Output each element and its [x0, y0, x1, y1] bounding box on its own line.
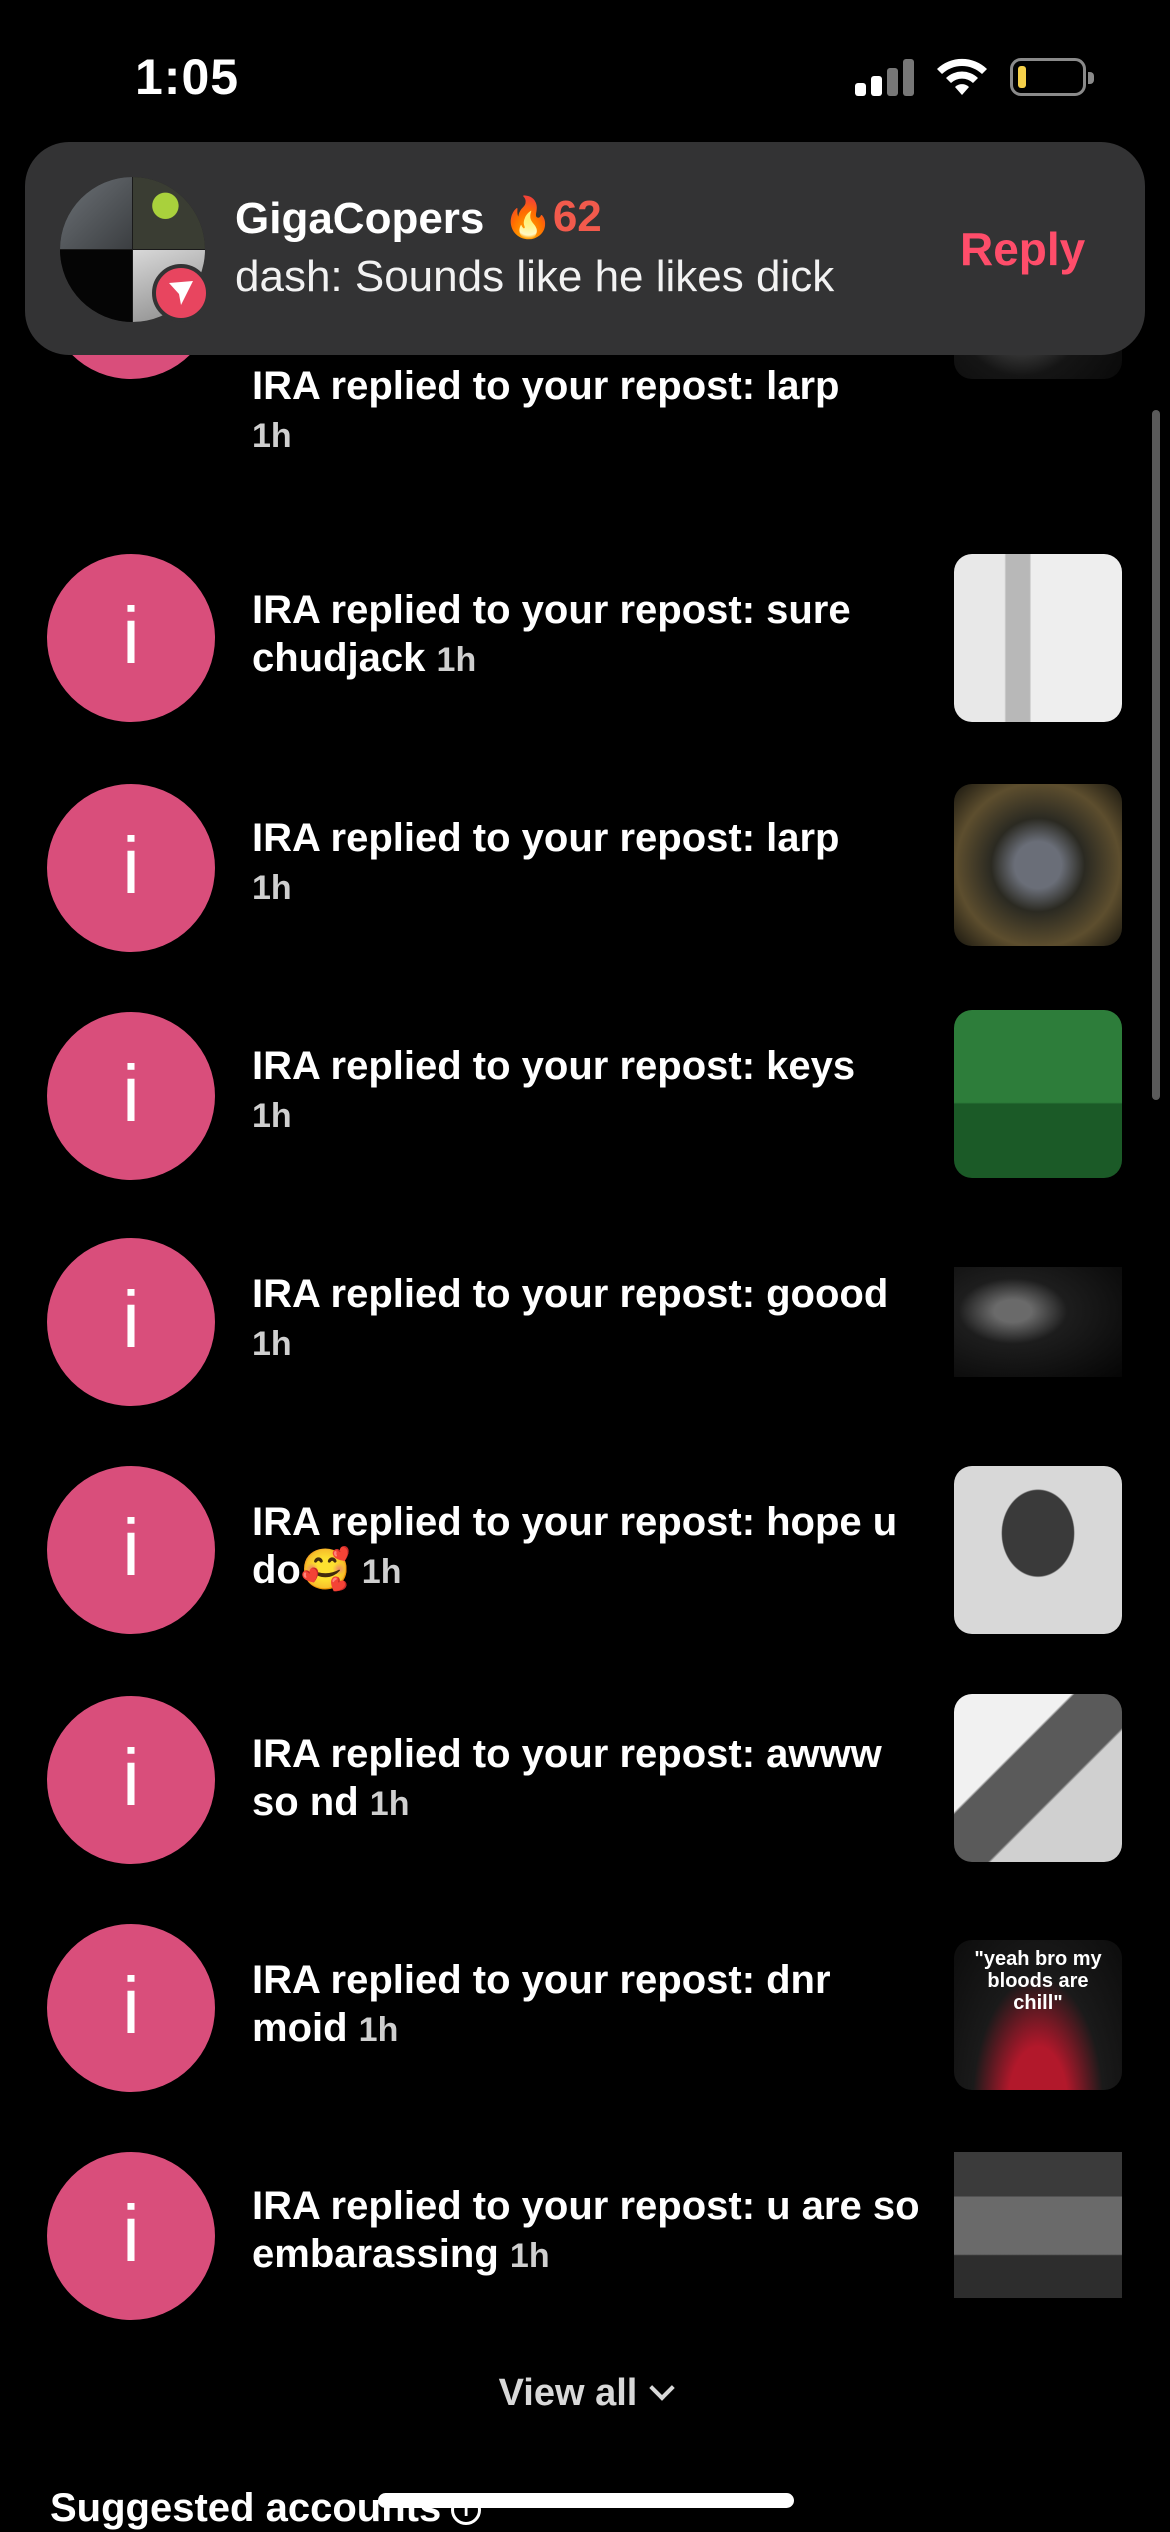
direct-message-badge-icon: [152, 264, 210, 322]
wifi-icon: [937, 58, 987, 95]
list-item[interactable]: i IRA replied to your repost: sure chudj…: [0, 408, 1170, 722]
info-icon: i: [122, 2189, 140, 2278]
home-indicator[interactable]: [378, 2493, 794, 2508]
list-item[interactable]: i IRA replied to your repost: hope u do🥰…: [0, 1320, 1170, 1634]
message-notification-banner[interactable]: GigaCopers 🔥62 dash: Sounds like he like…: [25, 142, 1145, 355]
status-bar: 1:05: [0, 0, 1170, 150]
notification-text: IRA replied to your repost: u are so emb…: [252, 2184, 920, 2276]
video-thumbnail[interactable]: [954, 2152, 1122, 2298]
status-time: 1:05: [135, 49, 240, 105]
chevron-down-icon: [649, 2375, 676, 2401]
list-item[interactable]: i IRA replied to your repost: dnr moid 1…: [0, 1776, 1170, 2092]
info-avatar: i: [47, 2152, 215, 2320]
banner-sender-name: GigaCopers: [235, 194, 485, 243]
view-all-label: View all: [498, 2372, 638, 2414]
cellular-signal-icon: [855, 58, 915, 96]
list-item[interactable]: i IRA replied to your repost: larp1h: [0, 636, 1170, 952]
list-item[interactable]: i IRA replied to your repost: goood 1h: [0, 1092, 1170, 1406]
streak-counter: 🔥62: [503, 192, 602, 242]
list-item[interactable]: i IRA replied to your repost: keys 1h: [0, 864, 1170, 1180]
view-all-button[interactable]: View all: [0, 2372, 1170, 2415]
list-item[interactable]: i IRA replied to your repost: u are so e…: [0, 2004, 1170, 2320]
fire-icon: 🔥: [503, 196, 553, 240]
banner-message: dash: Sounds like he likes dick: [235, 252, 835, 301]
list-item[interactable]: i IRA replied to your repost: awww so nd…: [0, 1548, 1170, 1864]
scrollbar[interactable]: [1152, 410, 1160, 1100]
reply-button[interactable]: Reply: [960, 222, 1085, 276]
battery-icon: [1010, 58, 1094, 96]
streak-count: 62: [552, 192, 602, 241]
notification-time: 1h: [509, 2237, 550, 2275]
